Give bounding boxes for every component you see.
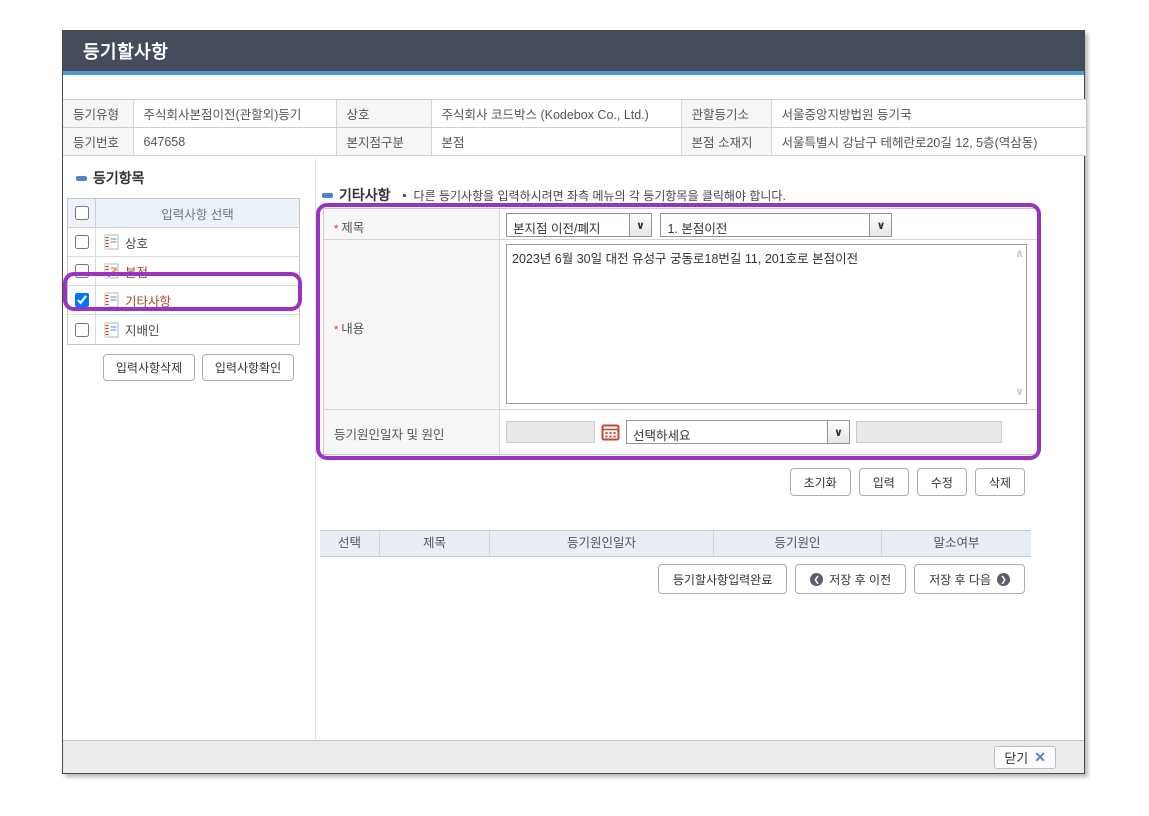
chevron-down-icon: ∨	[827, 421, 849, 443]
info-value-registry-office: 서울중앙지방법원 등기국	[771, 100, 1086, 128]
confirm-input-items-button[interactable]: 입력사항확인	[202, 354, 294, 381]
sidebar-item-label: 지배인	[125, 320, 160, 339]
content-textarea[interactable]: 2023년 6월 30일 대전 유성구 궁동로18번길 11, 201호로 본점…	[506, 244, 1027, 404]
complete-input-button[interactable]: 등기할사항입력완료	[658, 564, 787, 594]
entries-table-header: 선택 제목 등기원인일자 등기원인 말소여부	[320, 530, 1031, 557]
info-value-branch-type: 본점	[431, 128, 681, 156]
window-footer: 닫기 ✕	[63, 740, 1084, 773]
note-bullet-icon	[403, 194, 406, 197]
memo-icon	[104, 292, 119, 308]
save-prev-button[interactable]: ❮ 저장 후 이전	[795, 564, 906, 594]
sidebar-buttons: 입력사항삭제 입력사항확인	[103, 354, 315, 381]
title-detail-select[interactable]: 1. 본점이전 ∨	[660, 213, 892, 237]
required-asterisk: *	[334, 223, 338, 235]
main-section-header: 기타사항 다른 등기사항을 입력하시려면 좌측 메뉴의 각 등기항목을 클릭해야…	[322, 185, 786, 205]
col-cancellation: 말소여부	[882, 531, 1031, 556]
gitasahang-form: *제목 본지점 이전/폐지 ∨ 1. 본점이전 ∨ *내용	[323, 208, 1038, 455]
close-x-icon: ✕	[1034, 749, 1046, 766]
cause-select[interactable]: 선택하세요 ∨	[626, 420, 850, 444]
gitasahang-checkbox[interactable]	[75, 293, 89, 307]
sidebar-register-items: 등기항목 입력사항 선택 상호	[63, 159, 316, 740]
close-button-label: 닫기	[1004, 748, 1028, 767]
main-panel: 기타사항 다른 등기사항을 입력하시려면 좌측 메뉴의 각 등기항목을 클릭해야…	[317, 159, 1084, 740]
arrow-left-circle-icon: ❮	[810, 573, 823, 586]
info-label-hq-address: 본점 소재지	[681, 128, 771, 156]
info-row-1: 등기유형 주식회사본점이전(관할외)등기 상호 주식회사 코드박스 (Kodeb…	[63, 100, 1086, 128]
info-label-register-number: 등기번호	[63, 128, 133, 156]
info-value-register-number: 647658	[133, 128, 336, 156]
page-title: 등기할사항	[63, 31, 1084, 73]
scroll-down-icon[interactable]: ∨	[1015, 387, 1024, 397]
info-value-register-type: 주식회사본점이전(관할외)등기	[133, 100, 336, 128]
memo-icon	[104, 234, 119, 250]
jibaein-checkbox[interactable]	[75, 323, 89, 337]
sidebar-item-sangho[interactable]: 상호	[68, 228, 299, 257]
sidebar-item-bonjeom[interactable]: 본점	[68, 257, 299, 286]
registration-info-table: 등기유형 주식회사본점이전(관할외)등기 상호 주식회사 코드박스 (Kodeb…	[63, 99, 1086, 156]
edit-button[interactable]: 수정	[917, 468, 967, 496]
close-button[interactable]: 닫기 ✕	[994, 746, 1056, 769]
register-items-window: 등기할사항 등기유형 주식회사본점이전(관할외)등기 상호 주식회사 코드박스 …	[62, 30, 1085, 774]
select-table-header: 입력사항 선택	[68, 199, 299, 228]
form-action-buttons: 초기화 입력 수정 삭제	[790, 468, 1025, 496]
select-all-checkbox[interactable]	[75, 206, 89, 220]
required-asterisk: *	[334, 324, 338, 336]
title-category-select[interactable]: 본지점 이전/폐지 ∨	[506, 213, 652, 237]
info-label-register-type: 등기유형	[63, 100, 133, 128]
memo-icon	[104, 322, 119, 338]
sidebar-section-title: 등기항목	[93, 168, 145, 188]
bottom-buttons: 등기할사항입력완료 ❮ 저장 후 이전 저장 후 다음 ❯	[658, 564, 1025, 594]
info-label-registry-office: 관할등기소	[681, 100, 771, 128]
sidebar-item-label: 상호	[125, 233, 148, 252]
chevron-down-icon: ∨	[629, 214, 651, 236]
col-cause-date: 등기원인일자	[490, 531, 714, 556]
input-item-select-table: 입력사항 선택 상호 본점	[67, 198, 300, 345]
info-label-branch-type: 본지점구분	[336, 128, 431, 156]
section-bullet-icon	[322, 193, 333, 198]
calendar-icon[interactable]	[601, 423, 620, 441]
sidebar-item-gitasahang[interactable]: 기타사항	[68, 286, 299, 315]
cause-date-input	[506, 421, 595, 443]
sidebar-section-header: 등기항목	[76, 168, 315, 188]
sidebar-item-jibaein[interactable]: 지배인	[68, 315, 299, 344]
info-row-2: 등기번호 647658 본지점구분 본점 본점 소재지 서울특별시 강남구 테헤…	[63, 128, 1086, 156]
form-title-label: 제목	[341, 221, 364, 235]
form-cause-label: 등기원인일자 및 원인	[334, 428, 444, 442]
arrow-right-circle-icon: ❯	[997, 573, 1010, 586]
delete-button[interactable]: 삭제	[975, 468, 1025, 496]
delete-input-items-button[interactable]: 입력사항삭제	[103, 354, 195, 381]
reset-button[interactable]: 초기화	[790, 468, 851, 496]
chevron-down-icon: ∨	[869, 214, 891, 236]
section-bullet-icon	[76, 176, 87, 181]
form-row-cause: 등기원인일자 및 원인 선택하세요 ∨	[324, 410, 1037, 454]
col-cause: 등기원인	[714, 531, 882, 556]
bonjeom-checkbox[interactable]	[75, 264, 89, 278]
col-title: 제목	[380, 531, 490, 556]
save-next-button[interactable]: 저장 후 다음 ❯	[914, 564, 1025, 594]
form-content-label: 내용	[341, 322, 364, 336]
window-titlebar: 등기할사항	[63, 31, 1084, 75]
cause-extra-input	[856, 421, 1002, 443]
form-row-title: *제목 본지점 이전/폐지 ∨ 1. 본점이전 ∨	[324, 209, 1037, 240]
page-background: 등기할사항 등기유형 주식회사본점이전(관할외)등기 상호 주식회사 코드박스 …	[0, 0, 1149, 816]
sidebar-item-label: 본점	[125, 262, 148, 281]
input-button[interactable]: 입력	[859, 468, 909, 496]
select-table-header-label: 입력사항 선택	[96, 204, 299, 223]
form-row-content: *내용 2023년 6월 30일 대전 유성구 궁동로18번길 11, 201호…	[324, 240, 1037, 410]
sangho-checkbox[interactable]	[75, 235, 89, 249]
memo-edit-icon	[104, 263, 119, 279]
scroll-up-icon[interactable]: ∧	[1015, 249, 1024, 259]
main-section-note: 다른 등기사항을 입력하시려면 좌측 메뉴의 각 등기항목을 클릭해야 합니다.	[414, 187, 786, 204]
sidebar-item-label: 기타사항	[125, 291, 171, 310]
col-select: 선택	[320, 531, 380, 556]
info-value-company-name: 주식회사 코드박스 (Kodebox Co., Ltd.)	[431, 100, 681, 128]
main-section-title: 기타사항	[339, 185, 391, 205]
info-value-hq-address: 서울특별시 강남구 테헤란로20길 12, 5층(역삼동)	[771, 128, 1086, 156]
info-label-company-name: 상호	[336, 100, 431, 128]
